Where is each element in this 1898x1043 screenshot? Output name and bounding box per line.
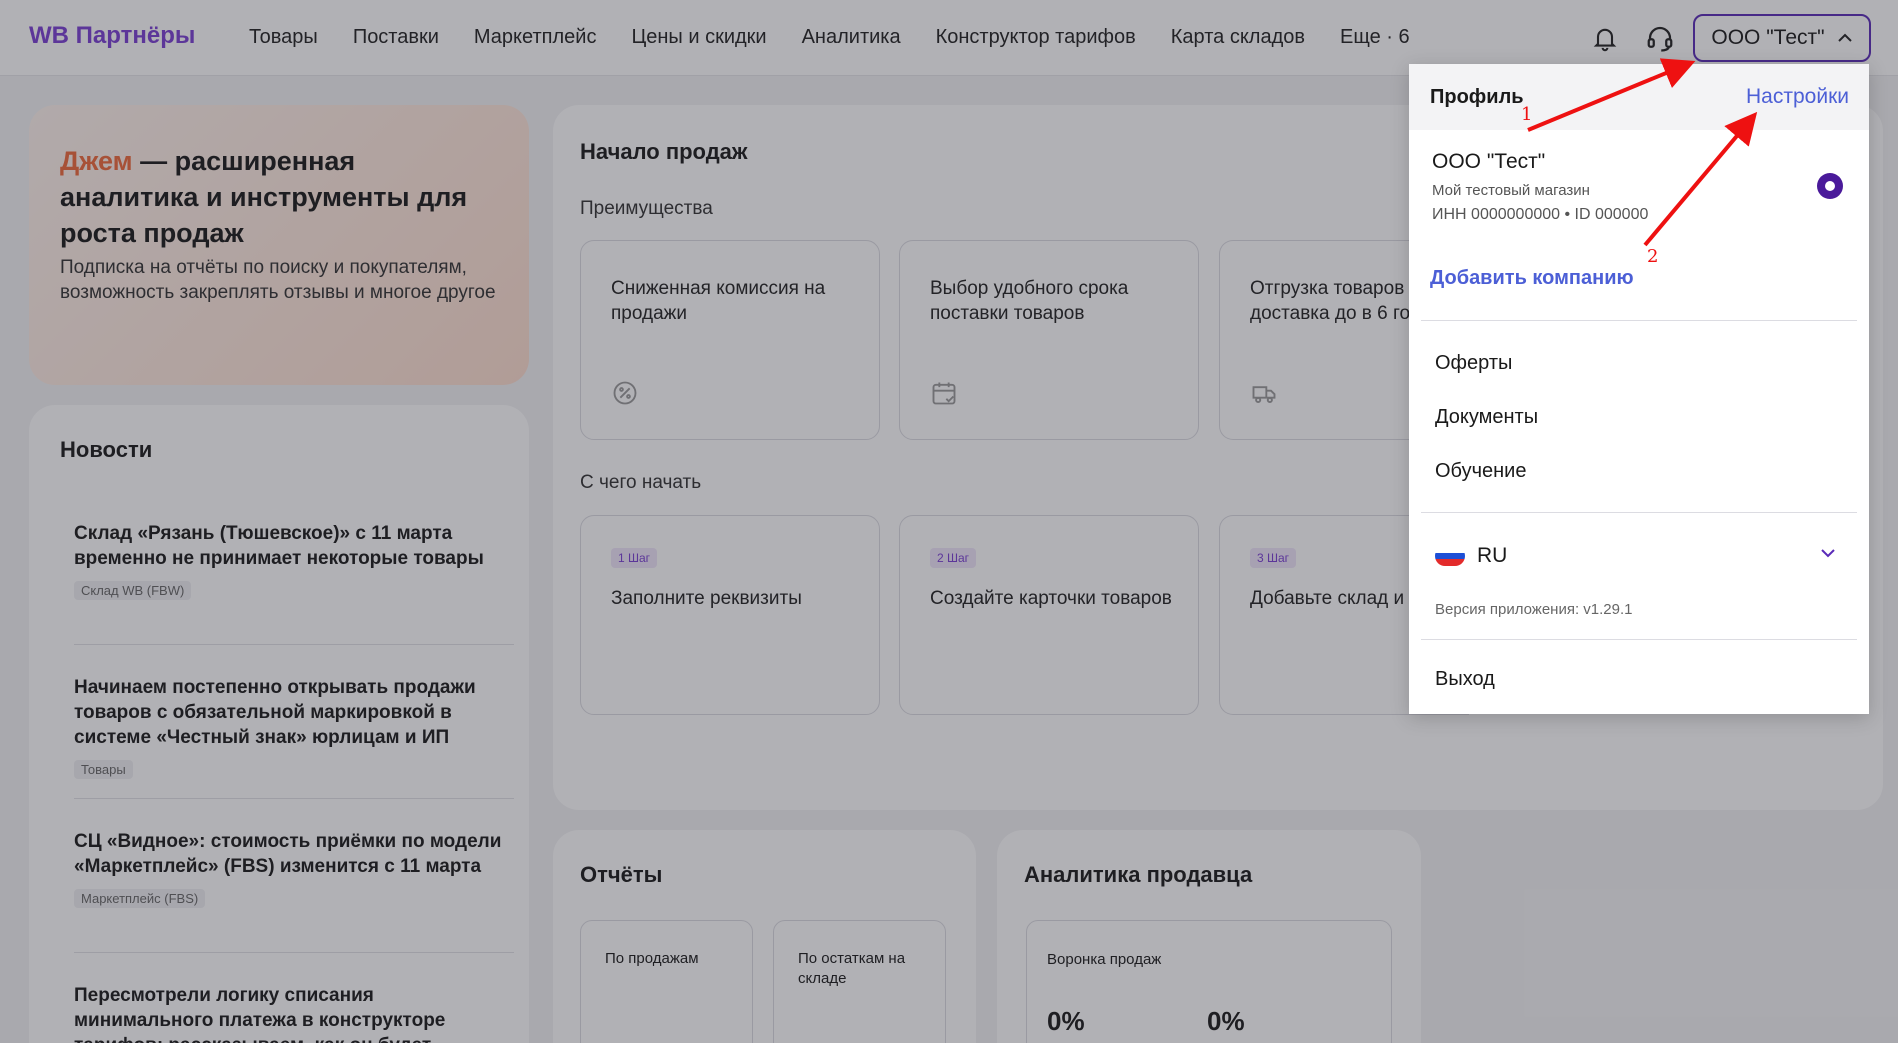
arrow-2	[1643, 111, 1758, 247]
annotation-arrows	[1527, 58, 1758, 247]
annotation-label-2: 2	[1647, 246, 1659, 267]
annotation-label-1: 1	[1521, 104, 1533, 125]
arrow-1	[1527, 58, 1696, 132]
